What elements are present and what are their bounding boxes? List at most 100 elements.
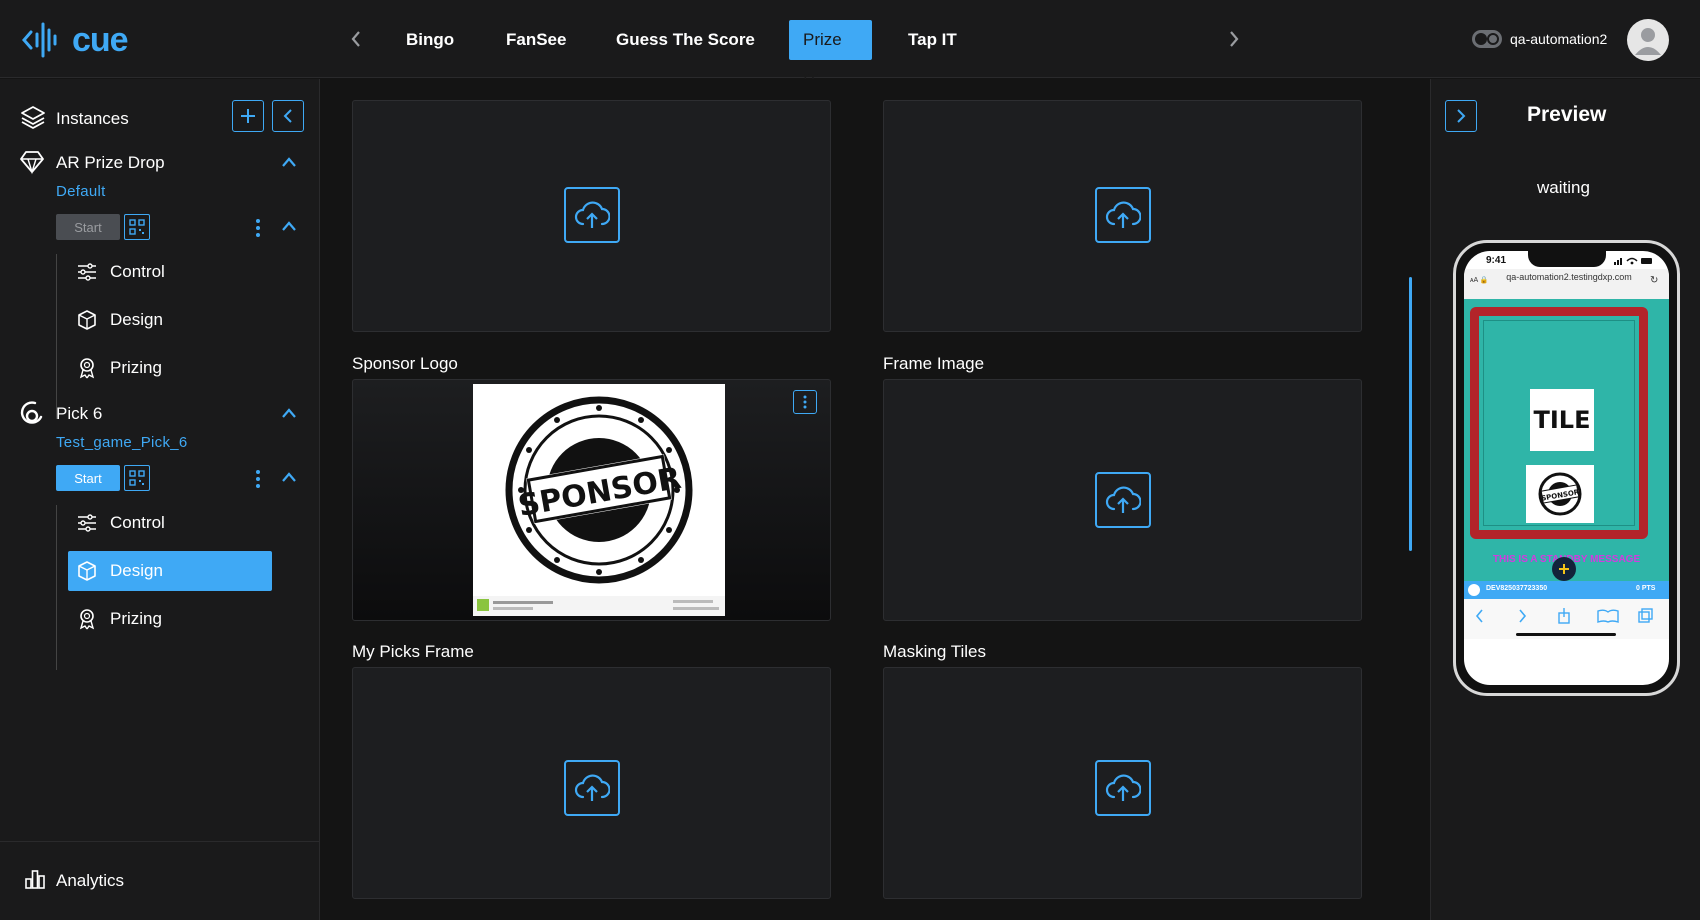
- browser-toolbar-icons[interactable]: [1474, 607, 1664, 625]
- upload-button[interactable]: [564, 187, 620, 243]
- bar-chart-icon: [25, 870, 45, 889]
- chevron-left-icon: [283, 109, 292, 123]
- tabs-prev-arrow[interactable]: [345, 26, 367, 52]
- sidebar-item-control[interactable]: Control: [68, 252, 272, 292]
- pick-six-icon: [20, 401, 43, 424]
- qr-code-icon: [129, 470, 145, 486]
- layers-icon: [21, 106, 45, 129]
- chevron-right-icon: [1457, 109, 1466, 123]
- collapse-sidebar-button[interactable]: [272, 100, 304, 132]
- home-indicator: [1516, 633, 1616, 636]
- sidebar-item-label: Prizing: [110, 609, 162, 628]
- image-options-button[interactable]: [793, 390, 817, 414]
- sliders-icon: [78, 263, 96, 281]
- upload-button[interactable]: [564, 760, 620, 816]
- tabs-next-arrow[interactable]: [1223, 26, 1245, 52]
- avatar[interactable]: [1627, 19, 1669, 61]
- scrollbar-thumb[interactable]: [1409, 277, 1412, 551]
- cube-icon: [78, 310, 96, 330]
- preview-status: waiting: [1537, 178, 1590, 197]
- sidebar-item-label: Control: [110, 513, 165, 532]
- tab-bingo[interactable]: Bingo: [392, 20, 468, 60]
- reload-icon[interactable]: ↻: [1650, 275, 1658, 286]
- preview-title: Preview: [1527, 103, 1607, 126]
- sidebar-item-prizing[interactable]: Prizing: [68, 599, 272, 639]
- phone-mockup: 9:41 ᴀA 🔒 qa-automation2.testingdxp.com …: [1453, 240, 1680, 696]
- award-icon: [79, 609, 95, 630]
- chevron-up-icon[interactable]: [281, 220, 297, 232]
- cloud-upload-icon: [1105, 774, 1141, 801]
- more-vertical-icon: [803, 395, 807, 409]
- phone-notch: [1528, 251, 1606, 267]
- upload-panel[interactable]: [883, 379, 1362, 621]
- group-title[interactable]: AR Prize Drop: [56, 153, 165, 173]
- add-fab-button[interactable]: [1552, 557, 1576, 581]
- plus-icon: [241, 109, 255, 123]
- upload-panel[interactable]: [883, 100, 1362, 332]
- group-title[interactable]: Pick 6: [56, 404, 102, 424]
- sidebar-item-prizing[interactable]: Prizing: [68, 348, 272, 388]
- game-footer-bar: DEV825037723350 0 PTS: [1464, 581, 1669, 599]
- sponsor-logo-panel[interactable]: SPONSOR: [352, 379, 831, 621]
- panel-label: Masking Tiles: [883, 642, 986, 661]
- cube-icon: [78, 561, 96, 581]
- status-icons: [1614, 257, 1652, 265]
- sidebar-item-label: Prizing: [110, 358, 162, 377]
- qr-code-button[interactable]: [124, 214, 150, 240]
- app-logo[interactable]: cue: [22, 18, 129, 62]
- sidebar-item-design[interactable]: Design: [68, 551, 272, 591]
- design-assets-area: Sponsor Logo SPONSOR Frame Image My Pick…: [321, 79, 1429, 920]
- group-subtitle[interactable]: Default: [56, 183, 106, 200]
- upload-panel[interactable]: [352, 667, 831, 899]
- cloud-upload-icon: [1105, 201, 1141, 228]
- cloud-upload-icon: [574, 774, 610, 801]
- qr-code-button[interactable]: [124, 465, 150, 491]
- sidebar-item-design[interactable]: Design: [68, 300, 272, 340]
- tab-prize-it[interactable]: Prize IT: [789, 20, 872, 89]
- browser-address-bar[interactable]: ᴀA 🔒 qa-automation2.testingdxp.com ↻: [1464, 269, 1669, 299]
- browser-toolbar: [1464, 599, 1669, 639]
- sponsor-stamp-graphic: SPONSOR: [473, 396, 725, 616]
- game-preview: TILE SPONSOR THIS IS A STANDBY MESSAGE D…: [1464, 299, 1669, 599]
- device-id: DEV825037723350: [1486, 585, 1548, 592]
- preview-panel: Preview waiting 9:41 ᴀA 🔒 qa-automation2…: [1430, 79, 1700, 920]
- more-vertical-icon[interactable]: [255, 469, 261, 489]
- plus-icon: [1559, 564, 1569, 574]
- sidebar-divider: [0, 841, 320, 842]
- sponsor-stamp-mini: SPONSOR: [1538, 472, 1582, 516]
- info-icon[interactable]: [1468, 584, 1480, 596]
- group-subtitle[interactable]: Test_game_Pick_6: [56, 434, 188, 451]
- user-name[interactable]: qa-automation2: [1510, 31, 1607, 47]
- sidebar: Instances AR Prize Drop Default Start Co…: [0, 79, 320, 920]
- start-button[interactable]: Start: [56, 214, 120, 240]
- upload-panel[interactable]: [883, 667, 1362, 899]
- theme-toggle[interactable]: [1472, 30, 1502, 48]
- upload-panel[interactable]: [352, 100, 831, 332]
- add-instance-button[interactable]: [232, 100, 264, 132]
- chevron-up-icon[interactable]: [281, 407, 297, 419]
- tab-guess-the-score[interactable]: Guess The Score: [602, 20, 769, 60]
- start-button[interactable]: Start: [56, 465, 120, 491]
- sponsor-logo-image: SPONSOR: [473, 384, 725, 616]
- sponsor-preview: SPONSOR: [1526, 465, 1594, 523]
- more-vertical-icon[interactable]: [255, 218, 261, 238]
- upload-button[interactable]: [1095, 472, 1151, 528]
- upload-button[interactable]: [1095, 760, 1151, 816]
- reader-mode-icon[interactable]: ᴀA 🔒: [1470, 276, 1488, 284]
- chevron-up-icon[interactable]: [281, 471, 297, 483]
- tile-preview: TILE: [1530, 389, 1594, 451]
- sidebar-item-label: Control: [110, 262, 165, 281]
- diamond-icon: [20, 151, 44, 175]
- tree-line: [56, 254, 57, 419]
- instances-label: Instances: [56, 109, 129, 128]
- analytics-link[interactable]: Analytics: [56, 871, 124, 891]
- upload-button[interactable]: [1095, 187, 1151, 243]
- chevron-up-icon[interactable]: [281, 156, 297, 168]
- browser-url[interactable]: qa-automation2.testingdxp.com: [1494, 272, 1644, 282]
- logo-text: cue: [72, 20, 129, 59]
- tree-line: [56, 505, 57, 670]
- sidebar-item-control[interactable]: Control: [68, 503, 272, 543]
- tab-tap-it[interactable]: Tap IT: [894, 20, 971, 60]
- collapse-preview-button[interactable]: [1445, 100, 1477, 132]
- tab-fansee[interactable]: FanSee: [492, 20, 580, 60]
